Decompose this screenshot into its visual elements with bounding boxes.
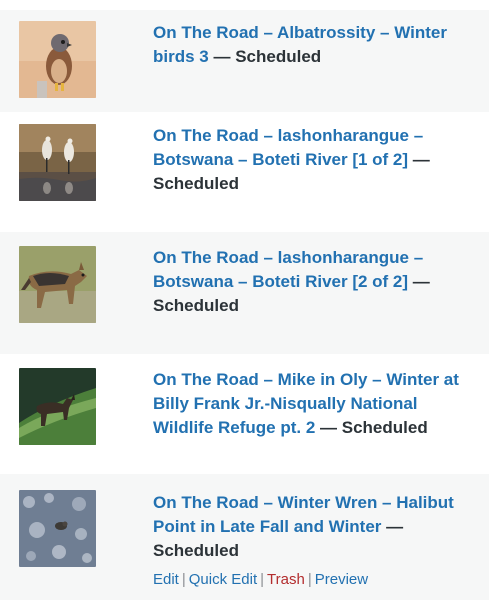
post-status: Scheduled — [153, 541, 239, 560]
kestrel-image — [19, 21, 96, 98]
post-status: Scheduled — [153, 174, 239, 193]
posts-list: On The Road – Albatrossity – Winter bird… — [0, 0, 489, 600]
post-row: On The Road – Winter Wren – Halibut Poin… — [0, 474, 489, 600]
wren-image — [19, 490, 96, 567]
wren-thumbnail[interactable] — [19, 490, 96, 567]
row-actions: Edit | Quick Edit | Trash | Preview — [153, 570, 368, 590]
title-separator: — — [315, 418, 342, 437]
herons-image — [19, 124, 96, 201]
post-status: Scheduled — [153, 296, 239, 315]
herons-thumbnail[interactable] — [19, 124, 96, 201]
action-separator: | — [181, 571, 186, 588]
post-title-link[interactable]: On The Road – lashonharangue – Botswana … — [153, 248, 423, 291]
action-separator: | — [307, 571, 312, 588]
post-row: On The Road – lashonharangue – Botswana … — [0, 232, 489, 354]
post-status: Scheduled — [341, 418, 428, 437]
edit-link[interactable]: Edit — [153, 571, 179, 588]
title-separator: — — [408, 150, 430, 169]
quick-edit-link[interactable]: Quick Edit — [189, 571, 257, 588]
post-title-block: On The Road – Albatrossity – Winter bird… — [153, 21, 478, 69]
post-status: Scheduled — [235, 47, 322, 66]
post-row: On The Road – lashonharangue – Botswana … — [0, 112, 489, 232]
post-title-block: On The Road – Mike in Oly – Winter at Bi… — [153, 368, 478, 440]
deer-thumbnail[interactable] — [19, 368, 96, 445]
post-row: On The Road – Albatrossity – Winter bird… — [0, 10, 489, 112]
preview-link[interactable]: Preview — [315, 571, 368, 588]
jackal-image — [19, 246, 96, 323]
action-separator: | — [260, 571, 265, 588]
post-title-link[interactable]: On The Road – Winter Wren – Halibut Poin… — [153, 493, 454, 536]
title-separator: — — [208, 47, 236, 66]
jackal-thumbnail[interactable] — [19, 246, 96, 323]
deer-image — [19, 368, 96, 445]
post-title-block: On The Road – lashonharangue – Botswana … — [153, 124, 478, 196]
trash-link[interactable]: Trash — [267, 571, 305, 588]
title-separator: — — [408, 272, 430, 291]
post-title-link[interactable]: On The Road – lashonharangue – Botswana … — [153, 126, 423, 169]
kestrel-thumbnail[interactable] — [19, 21, 96, 98]
post-title-block: On The Road – lashonharangue – Botswana … — [153, 246, 478, 318]
title-separator: — — [381, 517, 404, 536]
post-row: On The Road – Mike in Oly – Winter at Bi… — [0, 354, 489, 474]
post-title-block: On The Road – Winter Wren – Halibut Poin… — [153, 491, 478, 563]
